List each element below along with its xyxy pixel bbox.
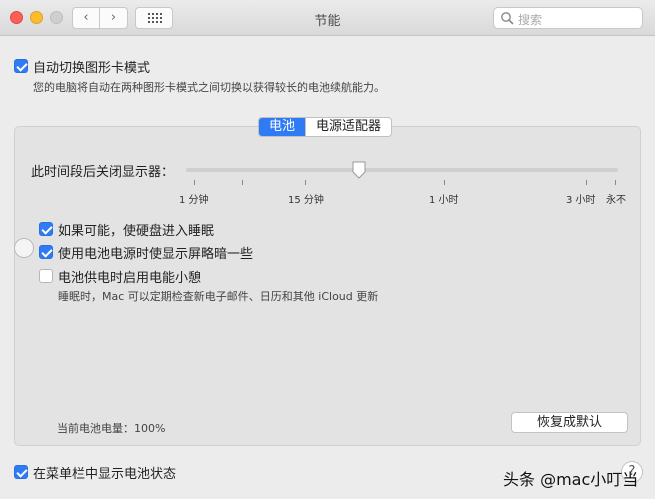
tick-label-3hours: 3 小时 — [566, 195, 596, 206]
tab-battery[interactable]: 电池 — [259, 118, 306, 136]
slider-thumb[interactable] — [351, 161, 367, 180]
show-battery-menubar-checkbox[interactable] — [14, 465, 28, 479]
hard-disk-sleep-label: 如果可能，使硬盘进入睡眠 — [58, 224, 215, 239]
power-nap-label: 电池供电时启用电能小憩 — [58, 271, 202, 286]
dim-display-checkbox[interactable] — [39, 245, 53, 259]
power-nap-description: 睡眠时，Mac 可以定期检查新电子邮件、日历和其他 iCloud 更新 — [58, 290, 379, 303]
search-placeholder: 搜索 — [518, 13, 543, 27]
restore-defaults-button[interactable]: 恢复成默认 — [511, 412, 628, 433]
watermark: 头条 @mac小叮当 — [503, 470, 639, 489]
tick-mark — [242, 180, 243, 185]
tick-mark — [615, 180, 616, 185]
show-battery-menubar-label: 在菜单栏中显示电池状态 — [33, 467, 177, 482]
dim-display-label: 使用电池电源时使显示屏略暗一些 — [58, 247, 254, 262]
title-bar: ‹ › 节能 搜索 — [0, 0, 655, 36]
power-source-tabs: 电池 电源适配器 — [258, 117, 393, 137]
hard-disk-sleep-checkbox[interactable] — [39, 222, 53, 236]
tick-label-never: 永不 — [606, 195, 626, 206]
tick-label-1min: 1 分钟 — [179, 195, 209, 206]
tick-mark — [586, 180, 587, 185]
auto-graphics-switch-label: 自动切换图形卡模式 — [33, 61, 151, 76]
search-icon — [501, 12, 514, 25]
display-sleep-slider[interactable] — [186, 168, 618, 172]
tick-mark — [194, 180, 195, 185]
auto-graphics-switch-checkbox[interactable] — [14, 59, 28, 73]
auto-graphics-switch-description: 您的电脑将自动在两种图形卡模式之间切换以获得较长的电池续航能力。 — [33, 81, 385, 94]
share-overlay-icon — [14, 238, 34, 258]
display-sleep-label: 此时间段后关闭显示器： — [31, 165, 175, 180]
tick-label-15min: 15 分钟 — [288, 195, 324, 206]
search-field[interactable]: 搜索 — [493, 7, 643, 29]
battery-level-text: 当前电池电量：100% — [57, 422, 166, 435]
tick-mark — [444, 180, 445, 185]
tick-label-1hour: 1 小时 — [429, 195, 459, 206]
tick-mark — [305, 180, 306, 185]
power-nap-checkbox[interactable] — [39, 269, 53, 283]
tab-power-adapter[interactable]: 电源适配器 — [305, 118, 391, 136]
